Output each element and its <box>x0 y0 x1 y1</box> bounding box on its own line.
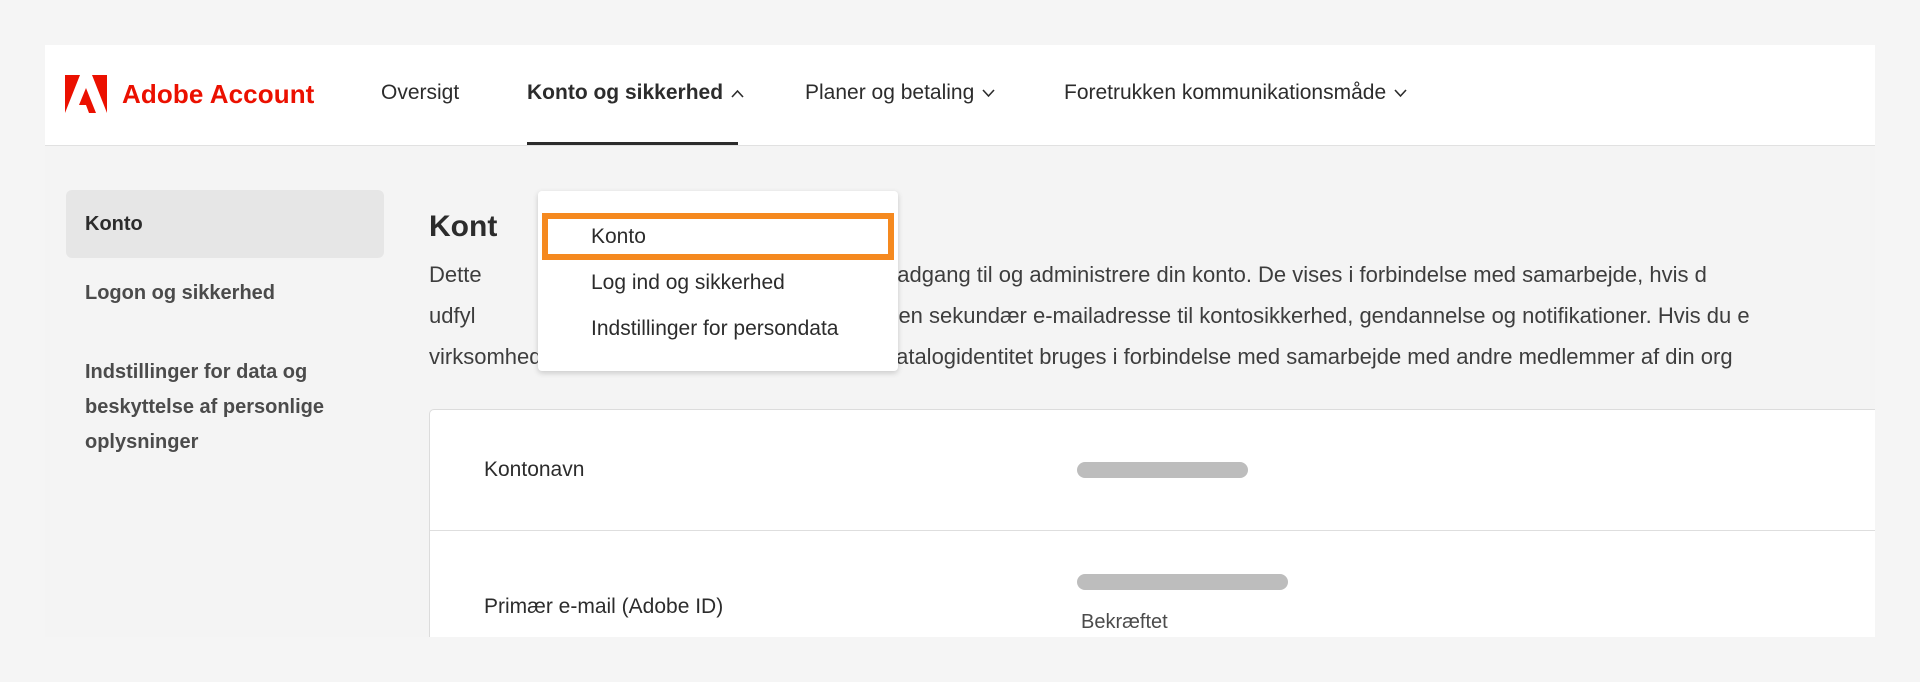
page-title: Kont <box>429 210 498 243</box>
menu-item-konto[interactable]: Konto <box>591 225 646 249</box>
sidebar-item-label-line: Indstillinger for data og <box>85 361 308 383</box>
sidebar-item-label-line: oplysninger <box>85 431 199 453</box>
nav-tab-label: Planer og betaling <box>805 81 975 104</box>
nav-tab-label: Foretrukken kommunikationsmåde <box>1064 81 1387 104</box>
menu-item-indstillinger-for-persondata[interactable]: Indstillinger for persondata <box>591 317 838 341</box>
redacted-value <box>1077 462 1248 478</box>
chevron-down-icon <box>1394 88 1407 97</box>
chevron-up-icon <box>731 89 744 98</box>
chevron-down-icon <box>982 88 995 97</box>
sidebar-item-label-line: beskyttelse af personlige <box>85 396 324 418</box>
nav-tab-foretrukken-kommunikation[interactable]: Foretrukken kommunikationsmåde <box>1064 81 1407 105</box>
app-frame: Adobe Account Oversigt Konto og sikkerhe… <box>45 45 1875 637</box>
nav-tab-label: Konto og sikkerhed <box>527 81 724 104</box>
app-title: Adobe Account <box>122 78 315 109</box>
sidebar-item-label: Konto <box>85 212 143 235</box>
redacted-value <box>1077 574 1288 590</box>
field-row-primary-email[interactable]: Primær e-mail (Adobe ID) Bekræftet <box>430 531 1875 637</box>
konto-og-sikkerhed-dropdown-menu: Konto Log ind og sikkerhed Indstillinger… <box>538 191 898 371</box>
nav-tab-konto-og-sikkerhed[interactable]: Konto og sikkerhed <box>527 81 744 105</box>
adobe-logo[interactable]: Adobe Account <box>65 75 314 113</box>
top-navigation-bar: Adobe Account Oversigt Konto og sikkerhe… <box>45 45 1875 146</box>
field-row-kontonavn[interactable]: Kontonavn <box>430 410 1875 531</box>
sidebar-item-data-og-beskyttelse[interactable]: Indstillinger for data og beskyttelse af… <box>66 355 384 460</box>
verified-status: Bekræftet <box>1081 611 1168 633</box>
field-label: Primær e-mail (Adobe ID) <box>484 595 724 618</box>
nav-tab-label: Oversigt <box>381 81 460 104</box>
nav-tab-oversigt[interactable]: Oversigt <box>381 81 459 105</box>
account-details-card: Kontonavn Primær e-mail (Adobe ID) Bekræ… <box>429 409 1875 637</box>
sidebar-item-logon-og-sikkerhed[interactable]: Logon og sikkerhed <box>66 276 294 311</box>
adobe-logo-icon <box>65 75 107 113</box>
field-label: Kontonavn <box>484 458 585 481</box>
active-tab-indicator <box>527 142 738 145</box>
sidebar-item-konto[interactable]: Konto <box>66 190 384 258</box>
nav-tab-planer-og-betaling[interactable]: Planer og betaling <box>805 81 995 105</box>
menu-item-log-ind-og-sikkerhed[interactable]: Log ind og sikkerhed <box>591 271 785 295</box>
sidebar-item-label: Logon og sikkerhed <box>85 282 276 304</box>
